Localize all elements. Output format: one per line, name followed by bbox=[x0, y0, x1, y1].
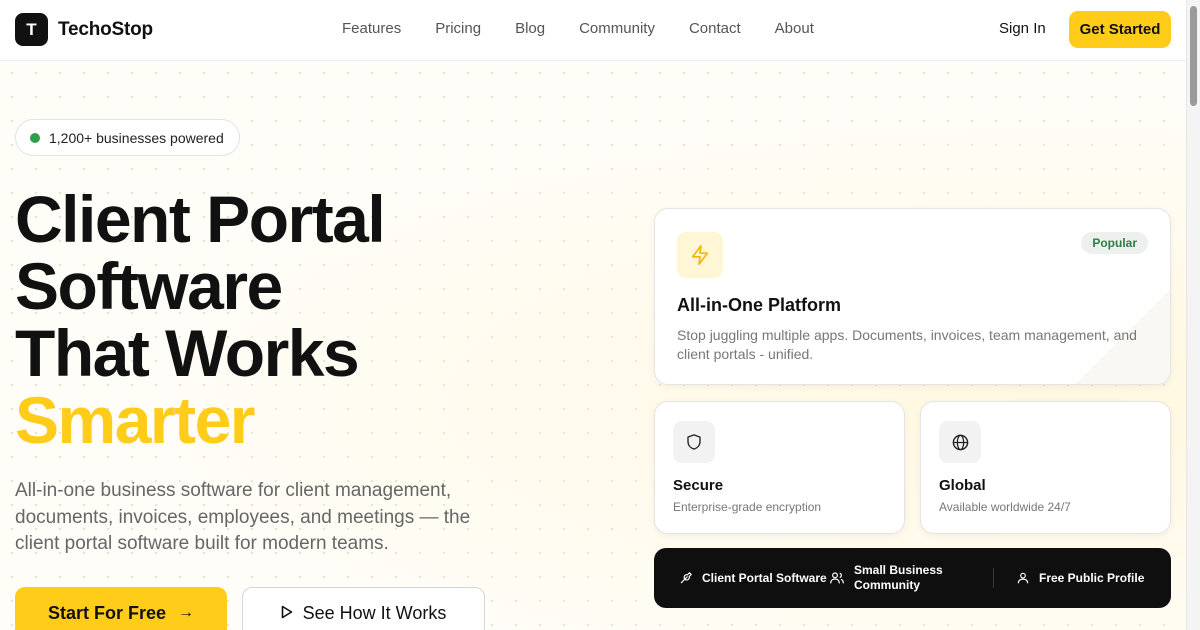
strip-item-community[interactable]: Small Business Community bbox=[829, 563, 943, 593]
start-for-free-button[interactable]: Start For Free → bbox=[15, 587, 227, 630]
play-icon bbox=[281, 605, 293, 622]
card-description: Enterprise-grade encryption bbox=[673, 500, 822, 514]
strip-item-label: Free Public Profile bbox=[1039, 571, 1145, 585]
strip-item-label: Small Business Community bbox=[854, 563, 943, 593]
headline-line-3: That Works bbox=[15, 316, 360, 390]
start-for-free-label: Start For Free bbox=[47, 602, 167, 623]
lightning-icon bbox=[677, 232, 723, 278]
see-how-it-works-label: See How It Works bbox=[302, 602, 447, 623]
status-dot-icon bbox=[30, 132, 40, 143]
user-icon bbox=[1017, 572, 1029, 584]
nav-community[interactable]: Community bbox=[579, 20, 655, 37]
main-nav: Features Pricing Blog Community Contact … bbox=[342, 20, 848, 37]
strip-divider bbox=[993, 568, 994, 588]
nav-pricing[interactable]: Pricing bbox=[435, 20, 481, 37]
see-how-it-works-button[interactable]: See How It Works bbox=[242, 587, 485, 630]
strip-item-label: Client Portal Software bbox=[702, 571, 827, 585]
feature-card-global[interactable]: Global Available worldwide 24/7 bbox=[920, 401, 1171, 534]
card-description: Stop juggling multiple apps. Documents, … bbox=[677, 327, 1137, 362]
feature-card-all-in-one[interactable]: Popular All-in-One Platform Stop jugglin… bbox=[654, 208, 1171, 385]
nav-features[interactable]: Features bbox=[342, 20, 401, 37]
headline-accent: Smarter bbox=[15, 383, 255, 457]
brand-name: TechoStop bbox=[58, 18, 153, 40]
wrench-icon bbox=[680, 572, 692, 584]
sign-in-link[interactable]: Sign In bbox=[999, 20, 1046, 37]
nav-contact[interactable]: Contact bbox=[689, 20, 741, 37]
popular-tag: Popular bbox=[1081, 232, 1148, 254]
top-navbar: T TechoStop Features Pricing Blog Commun… bbox=[0, 0, 1186, 61]
hero-subtitle: All-in-one business software for client … bbox=[15, 480, 471, 554]
strip-item-public-profile[interactable]: Free Public Profile bbox=[1016, 571, 1144, 585]
users-icon bbox=[830, 572, 844, 584]
social-proof-badge: 1,200+ businesses powered bbox=[15, 119, 240, 156]
get-started-button[interactable]: Get Started bbox=[1069, 11, 1171, 48]
card-title: Global bbox=[939, 477, 986, 494]
card-description: Available worldwide 24/7 bbox=[939, 500, 1071, 514]
feature-card-secure[interactable]: Secure Enterprise-grade encryption bbox=[654, 401, 905, 534]
strip-item-client-portal[interactable]: Client Portal Software bbox=[679, 571, 827, 585]
card-title: All-in-One Platform bbox=[677, 295, 842, 315]
headline-line-1: Client Portal bbox=[15, 182, 386, 256]
card-title: Secure bbox=[673, 477, 724, 494]
arrow-right-icon: → bbox=[178, 604, 195, 621]
strip-item-line-1: Small Business bbox=[854, 563, 943, 577]
headline-line-2: Software bbox=[15, 249, 283, 323]
brand-logo[interactable]: T TechoStop bbox=[15, 13, 153, 46]
nav-blog[interactable]: Blog bbox=[515, 20, 545, 37]
hero-headline: Client Portal Software That Works Smarte… bbox=[15, 186, 615, 454]
feature-strip: Client Portal Software Small Business Co… bbox=[654, 548, 1171, 608]
badge-text: 1,200+ businesses powered bbox=[49, 129, 224, 146]
strip-item-line-2: Community bbox=[854, 578, 920, 592]
logo-mark: T bbox=[15, 13, 48, 46]
scrollbar-thumb[interactable] bbox=[1190, 6, 1197, 106]
nav-about[interactable]: About bbox=[775, 20, 814, 37]
shield-icon bbox=[673, 421, 715, 463]
globe-icon bbox=[939, 421, 981, 463]
page-scrollbar[interactable] bbox=[1186, 0, 1200, 630]
